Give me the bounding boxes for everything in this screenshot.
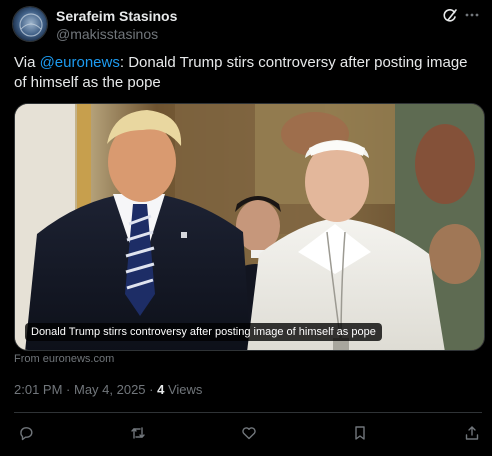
post-media-card[interactable]: Donald Trump stirrs controversy after po… xyxy=(14,103,485,351)
post-date[interactable]: May 4, 2025 xyxy=(74,382,146,397)
bookmark-icon[interactable] xyxy=(351,424,369,442)
views-label: Views xyxy=(164,382,203,397)
post-meta: 2:01 PM · May 4, 2025 · 4 Views xyxy=(14,382,202,397)
author-handle[interactable]: @makisstasinos xyxy=(56,26,158,42)
author-display-name[interactable]: Serafeim Stasinos xyxy=(56,8,177,24)
post-text: Via @euronews: Donald Trump stirs contro… xyxy=(14,53,482,93)
link-source[interactable]: From euronews.com xyxy=(14,353,114,365)
meta-separator: · xyxy=(145,382,158,397)
avatar-image xyxy=(13,7,47,41)
post-card: Serafeim Stasinos @makisstasinos Via @eu… xyxy=(0,0,492,456)
reply-icon[interactable] xyxy=(17,424,35,442)
news-photo xyxy=(15,104,484,350)
avatar[interactable] xyxy=(12,6,48,42)
share-icon[interactable] xyxy=(463,424,481,442)
meta-separator: · xyxy=(62,382,74,397)
like-icon[interactable] xyxy=(240,424,258,442)
more-icon[interactable] xyxy=(464,6,480,24)
divider xyxy=(14,412,482,413)
repost-icon[interactable] xyxy=(129,424,147,442)
mention-link[interactable]: @euronews xyxy=(40,54,120,71)
post-prefix: Via xyxy=(14,54,40,71)
post-time[interactable]: 2:01 PM xyxy=(14,382,62,397)
grok-icon[interactable] xyxy=(442,8,458,24)
media-caption: Donald Trump stirrs controversy after po… xyxy=(25,323,382,341)
